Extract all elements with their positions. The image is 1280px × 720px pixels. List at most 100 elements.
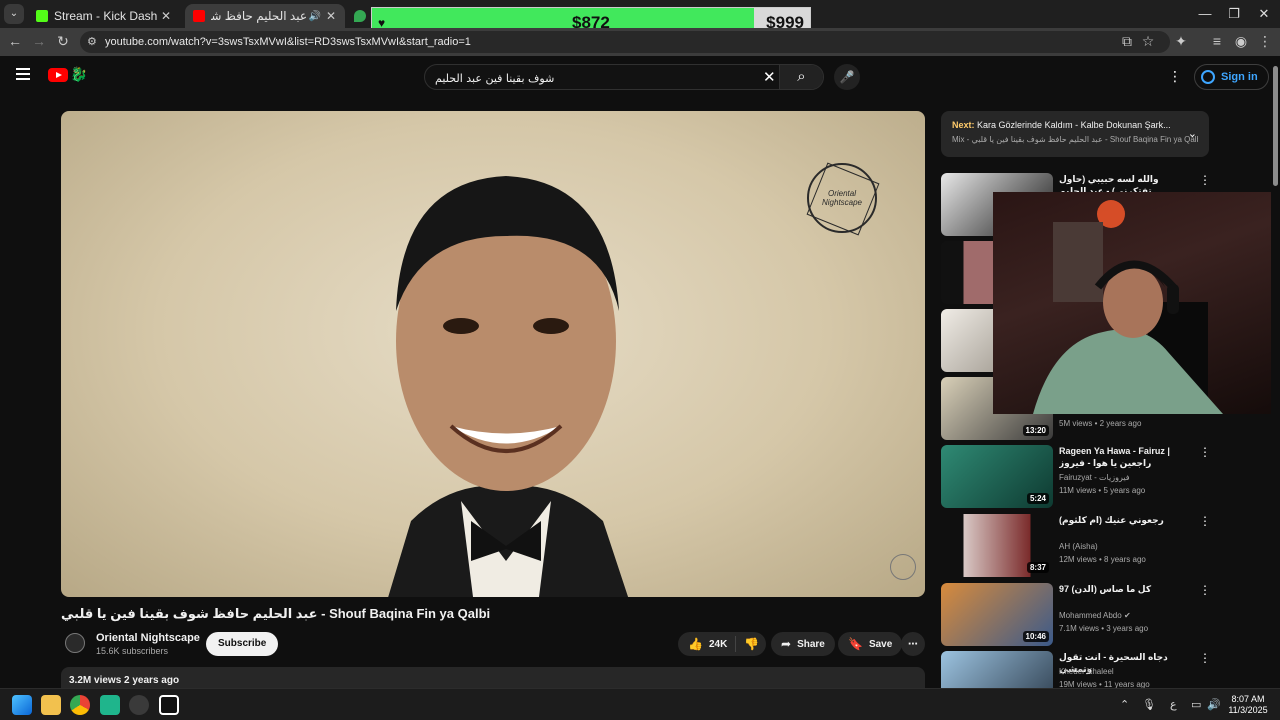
kick-app-icon[interactable] — [159, 695, 179, 715]
next-up-line: Next: Kara Gözlerinde Kaldım - Kalbe Dok… — [952, 120, 1198, 130]
like-dislike-group: 👍 24K 👎 — [678, 632, 766, 656]
rec-channel[interactable]: Mohammed Abdo ✔ — [1059, 611, 1131, 620]
search-box: ✕ ⌕ — [424, 64, 824, 90]
obs-icon[interactable] — [129, 695, 149, 715]
sign-in-label: Sign in — [1221, 71, 1258, 83]
minimize-icon[interactable]: — — [1195, 6, 1215, 21]
rec-meta: 19M views • 11 years ago — [1059, 680, 1150, 688]
video-player[interactable]: Oriental Nightscape — [61, 111, 925, 597]
rec-title[interactable]: رجعوني عنيك (ام كلثوم) — [1059, 514, 1195, 526]
rec-menu-kebab-icon[interactable]: ⋮ — [1199, 445, 1211, 459]
subscriber-count: 15.6K subscribers — [96, 646, 169, 656]
recommendation-item[interactable]: 10:46 كل ما صاس (الدن) 97 Mohammed Abdo … — [941, 583, 1211, 647]
bookmark-star-icon[interactable]: ☆ — [1139, 33, 1157, 50]
like-button[interactable]: 👍 24K — [678, 636, 737, 652]
rec-menu-kebab-icon[interactable]: ⋮ — [1199, 583, 1211, 597]
rec-title[interactable]: Rageen Ya Hawa - Fairuz | راجعين يا هوا … — [1059, 445, 1195, 469]
recommendation-item[interactable]: 8:37 رجعوني عنيك (ام كلثوم) AH (Aisha) 1… — [941, 514, 1211, 578]
search-input[interactable] — [435, 69, 755, 87]
rec-menu-kebab-icon[interactable]: ⋮ — [1199, 173, 1211, 187]
clock-time: 8:07 AM — [1231, 694, 1265, 704]
profile-icon[interactable]: ◉ — [1232, 33, 1250, 50]
playlist-next-card[interactable]: Next: Kara Gözlerinde Kaldım - Kalbe Dok… — [941, 111, 1209, 157]
rec-channel-name: Mohammed Abdo — [1059, 611, 1122, 620]
youtube-logo[interactable] — [48, 68, 68, 82]
next-title: Kara Gözlerinde Kaldım - Kalbe Dokunan Ş… — [977, 120, 1171, 130]
install-app-icon[interactable]: ⧉ — [1118, 33, 1136, 50]
search-button-icon[interactable]: ⌕ — [779, 65, 823, 89]
tab-kick-dashboard[interactable]: Stream - Kick Dashboard ✕ — [28, 4, 180, 28]
dislike-thumbs-down-icon[interactable]: 👎 — [736, 637, 767, 651]
more-actions-icon[interactable]: ⋯ — [901, 632, 925, 656]
video-thumbnail[interactable]: 8:37 — [941, 514, 1053, 577]
recommendation-item[interactable]: 5:24 Rageen Ya Hawa - Fairuz | راجعين يا… — [941, 445, 1211, 509]
save-label: Save — [868, 638, 893, 650]
next-prefix: Next: — [952, 120, 975, 130]
media-control-icon[interactable]: ≡ — [1208, 33, 1226, 49]
share-button[interactable]: ➦ Share — [771, 632, 835, 656]
windows-start-icon[interactable] — [12, 695, 32, 715]
rec-title[interactable]: كل ما صاس (الدن) 97 — [1059, 583, 1195, 595]
tray-overflow-chevron-up-icon[interactable]: ⌃ — [1120, 698, 1129, 711]
tab-close-icon[interactable]: ✕ — [158, 9, 174, 23]
channel-watermark-logo: Oriental Nightscape — [807, 163, 877, 233]
subscribe-button[interactable]: Subscribe — [206, 632, 279, 656]
scrollbar-thumb[interactable] — [1273, 66, 1278, 186]
browser-menu-icon[interactable]: ⋮ — [1256, 33, 1274, 50]
reload-icon[interactable]: ↻ — [54, 33, 72, 50]
address-bar[interactable]: ⚙ youtube.com/watch?v=3swsTsxMVwI&list=R… — [80, 31, 1170, 53]
corner-watermark-icon — [890, 554, 916, 580]
youtube-header: 🐉 ✕ ⌕ 🎤 ⋮ Sign in — [0, 56, 1270, 100]
youtube-favicon-icon — [193, 10, 205, 22]
recommendation-item[interactable]: دجاه السحيرة - انت تقول وتمشي Kheder Kha… — [941, 651, 1211, 688]
voice-search-mic-icon[interactable]: 🎤 — [834, 64, 860, 90]
rec-menu-kebab-icon[interactable]: ⋮ — [1199, 651, 1211, 665]
settings-kebab-icon[interactable]: ⋮ — [1168, 68, 1182, 85]
hamburger-menu-icon[interactable] — [16, 68, 30, 80]
rec-channel[interactable]: AH (Aisha) — [1059, 542, 1098, 551]
tab-title: عبد الحليم حافظ شوف بقينا فين — [211, 9, 307, 23]
channel-name[interactable]: Oriental Nightscape — [96, 632, 200, 644]
save-button[interactable]: 🔖 Save — [838, 632, 903, 656]
browser-toolbar: ← → ↻ ⚙ youtube.com/watch?v=3swsTsxMVwI&… — [0, 28, 1280, 56]
video-thumbnail[interactable]: 5:24 — [941, 445, 1053, 508]
rec-channel[interactable]: Kheder Khaleel — [1059, 667, 1114, 676]
streamer-webcam-overlay — [993, 192, 1280, 414]
forward-arrow-icon[interactable]: → — [30, 33, 48, 49]
expand-chevron-down-icon[interactable]: ⌄ — [1188, 127, 1197, 140]
like-count: 24K — [708, 638, 728, 650]
share-label: Share — [797, 638, 825, 650]
network-icon[interactable]: ▭ — [1191, 698, 1201, 711]
file-explorer-icon[interactable] — [41, 695, 61, 715]
youtube-doodle-icon[interactable]: 🐉 — [70, 66, 110, 84]
duration-badge: 5:24 — [1026, 493, 1049, 504]
site-info-icon[interactable]: ⚙ — [87, 31, 97, 53]
tab-title: Stream - Kick Dashboard — [54, 9, 158, 23]
tab-third[interactable]: T — [346, 4, 374, 28]
sign-in-button[interactable]: Sign in — [1194, 64, 1269, 90]
tab-youtube-video[interactable]: عبد الحليم حافظ شوف بقينا فين 🔊 ✕ — [185, 4, 345, 28]
tab-audio-icon[interactable]: 🔊 — [307, 11, 323, 22]
clear-search-icon[interactable]: ✕ — [763, 68, 776, 86]
tab-search-chevron-down-icon[interactable]: ⌄ — [4, 4, 24, 24]
microphone-icon[interactable]: 🎙 — [1142, 698, 1156, 711]
input-language[interactable]: ع — [1170, 698, 1177, 711]
page-scrollbar[interactable] — [1271, 56, 1280, 688]
back-arrow-icon[interactable]: ← — [6, 33, 24, 49]
watermark-text: Oriental Nightscape — [821, 189, 863, 207]
volume-icon[interactable]: 🔊 — [1207, 698, 1221, 711]
channel-avatar[interactable] — [65, 633, 85, 653]
video-thumbnail[interactable] — [941, 651, 1053, 688]
system-clock[interactable]: 8:07 AM 11/3/2025 — [1226, 694, 1270, 716]
tab-close-icon[interactable]: ✕ — [323, 9, 339, 23]
close-window-icon[interactable]: ✕ — [1254, 6, 1274, 22]
verified-check-icon: ✔ — [1123, 611, 1131, 620]
clock-date: 11/3/2025 — [1228, 705, 1268, 715]
restore-icon[interactable]: ❐ — [1224, 6, 1244, 22]
video-thumbnail[interactable]: 10:46 — [941, 583, 1053, 646]
app-green-icon[interactable] — [100, 695, 120, 715]
rec-channel[interactable]: Fairuzyat - فيروزيات — [1059, 473, 1130, 482]
extensions-icon[interactable]: ✦ — [1172, 33, 1190, 50]
rec-menu-kebab-icon[interactable]: ⋮ — [1199, 514, 1211, 528]
chrome-icon[interactable] — [70, 695, 90, 715]
